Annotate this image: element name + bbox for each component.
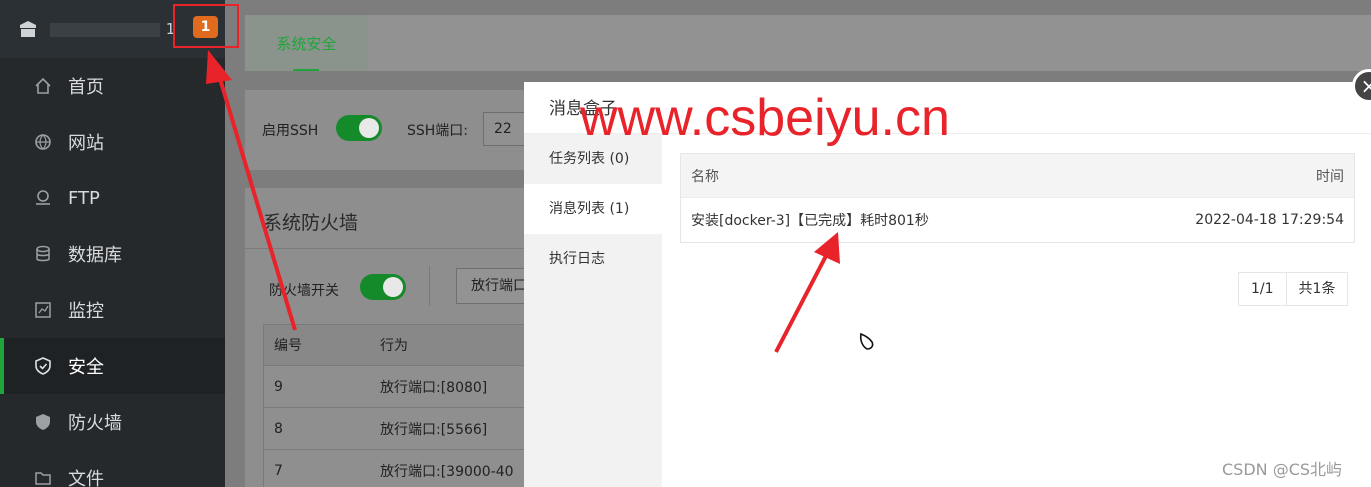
mouse-cursor-icon bbox=[858, 332, 876, 356]
sidebar-item-label: 监控 bbox=[68, 301, 104, 322]
table-row: 9 放行端口:[8080] bbox=[263, 366, 553, 408]
monitor-icon bbox=[34, 301, 52, 319]
sidebar-item-label: FTP bbox=[68, 187, 100, 209]
sidebar-item-label: 文件 bbox=[68, 469, 104, 487]
message-name: 安装[docker-3]【已完成】耗时801秒 bbox=[691, 213, 929, 229]
tab-execution-log[interactable]: 执行日志 bbox=[524, 234, 662, 284]
csdn-credit: CSDN @CS北屿 bbox=[1222, 460, 1343, 479]
firewall-switch-label: 防火墙开关 bbox=[269, 283, 339, 299]
divider bbox=[429, 266, 430, 306]
tab-message-list[interactable]: 消息列表 (1) bbox=[524, 184, 662, 234]
cell-id: 7 bbox=[274, 462, 283, 479]
table-row: 7 放行端口:[39000-40 bbox=[263, 450, 553, 487]
watermark-text: www.csbeiyu.cn bbox=[580, 89, 950, 147]
total-count: 共1条 bbox=[1298, 281, 1336, 297]
logo-icon bbox=[18, 20, 38, 38]
sidebar-item-database[interactable]: 数据库 bbox=[0, 226, 225, 282]
column-header-name: 名称 bbox=[691, 168, 719, 185]
sidebar-item-label: 安全 bbox=[68, 357, 104, 378]
ssh-settings: 启用SSH SSH端口: 22 bbox=[245, 90, 565, 170]
server-name: 1 bbox=[50, 20, 176, 38]
sidebar: 1 1 首页 网站 FTP 数据库 监控 安全 防火墙 文件 bbox=[0, 0, 225, 487]
table-row[interactable]: 安装[docker-3]【已完成】耗时801秒 2022-04-18 17:29… bbox=[681, 197, 1354, 242]
ssh-port-label: SSH端口: bbox=[407, 123, 469, 139]
column-header-time: 时间 bbox=[1316, 168, 1344, 185]
ssh-toggle[interactable] bbox=[336, 115, 382, 141]
sidebar-item-label: 首页 bbox=[68, 77, 104, 98]
firewall-title: 系统防火墙 bbox=[263, 212, 359, 234]
page-indicator[interactable]: 1/1 bbox=[1239, 273, 1287, 305]
database-icon bbox=[34, 245, 52, 263]
sidebar-item-files[interactable]: 文件 bbox=[0, 450, 225, 487]
shield-icon bbox=[34, 357, 52, 375]
firewall-panel: 系统防火墙 防火墙开关 放行端口 编号 行为 9 放行端口:[8080] 8 放… bbox=[245, 188, 556, 487]
sidebar-item-home[interactable]: 首页 bbox=[0, 58, 225, 114]
sidebar-item-label: 数据库 bbox=[68, 245, 122, 266]
tab-bar: 系统安全 bbox=[245, 15, 1371, 71]
sidebar-item-security[interactable]: 安全 bbox=[0, 338, 225, 394]
table-row: 8 放行端口:[5566] bbox=[263, 408, 553, 450]
sidebar-item-ftp[interactable]: FTP bbox=[0, 170, 225, 226]
sidebar-item-monitor[interactable]: 监控 bbox=[0, 282, 225, 338]
column-header-id: 编号 bbox=[274, 338, 302, 354]
folder-icon bbox=[34, 469, 52, 487]
sidebar-item-label: 防火墙 bbox=[68, 413, 122, 434]
sidebar-item-firewall[interactable]: 防火墙 bbox=[0, 394, 225, 450]
cell-id: 8 bbox=[274, 420, 283, 437]
firewall-shield-icon bbox=[34, 413, 52, 431]
table-header: 编号 行为 bbox=[263, 324, 553, 366]
globe-icon bbox=[34, 133, 52, 151]
annotation-highlight-box bbox=[173, 4, 239, 48]
pagination: 1/1 共1条 bbox=[1238, 272, 1349, 306]
firewall-table: 编号 行为 9 放行端口:[8080] 8 放行端口:[5566] 7 放行端口… bbox=[263, 324, 553, 487]
ssh-enable-label: 启用SSH bbox=[262, 123, 319, 139]
message-time: 2022-04-18 17:29:54 bbox=[1195, 212, 1344, 228]
message-table: 名称 时间 安装[docker-3]【已完成】耗时801秒 2022-04-18… bbox=[680, 153, 1355, 243]
divider bbox=[245, 248, 545, 249]
tab-system-security[interactable]: 系统安全 bbox=[245, 15, 368, 71]
firewall-toggle[interactable] bbox=[360, 274, 406, 300]
sidebar-item-label: 网站 bbox=[68, 133, 104, 154]
modal-sidebar: 任务列表 (0) 消息列表 (1) 执行日志 bbox=[524, 134, 662, 487]
ftp-icon bbox=[34, 189, 52, 207]
sidebar-item-website[interactable]: 网站 bbox=[0, 114, 225, 170]
table-header: 名称 时间 bbox=[681, 154, 1354, 197]
cell-id: 9 bbox=[274, 378, 283, 395]
home-icon bbox=[34, 77, 52, 95]
